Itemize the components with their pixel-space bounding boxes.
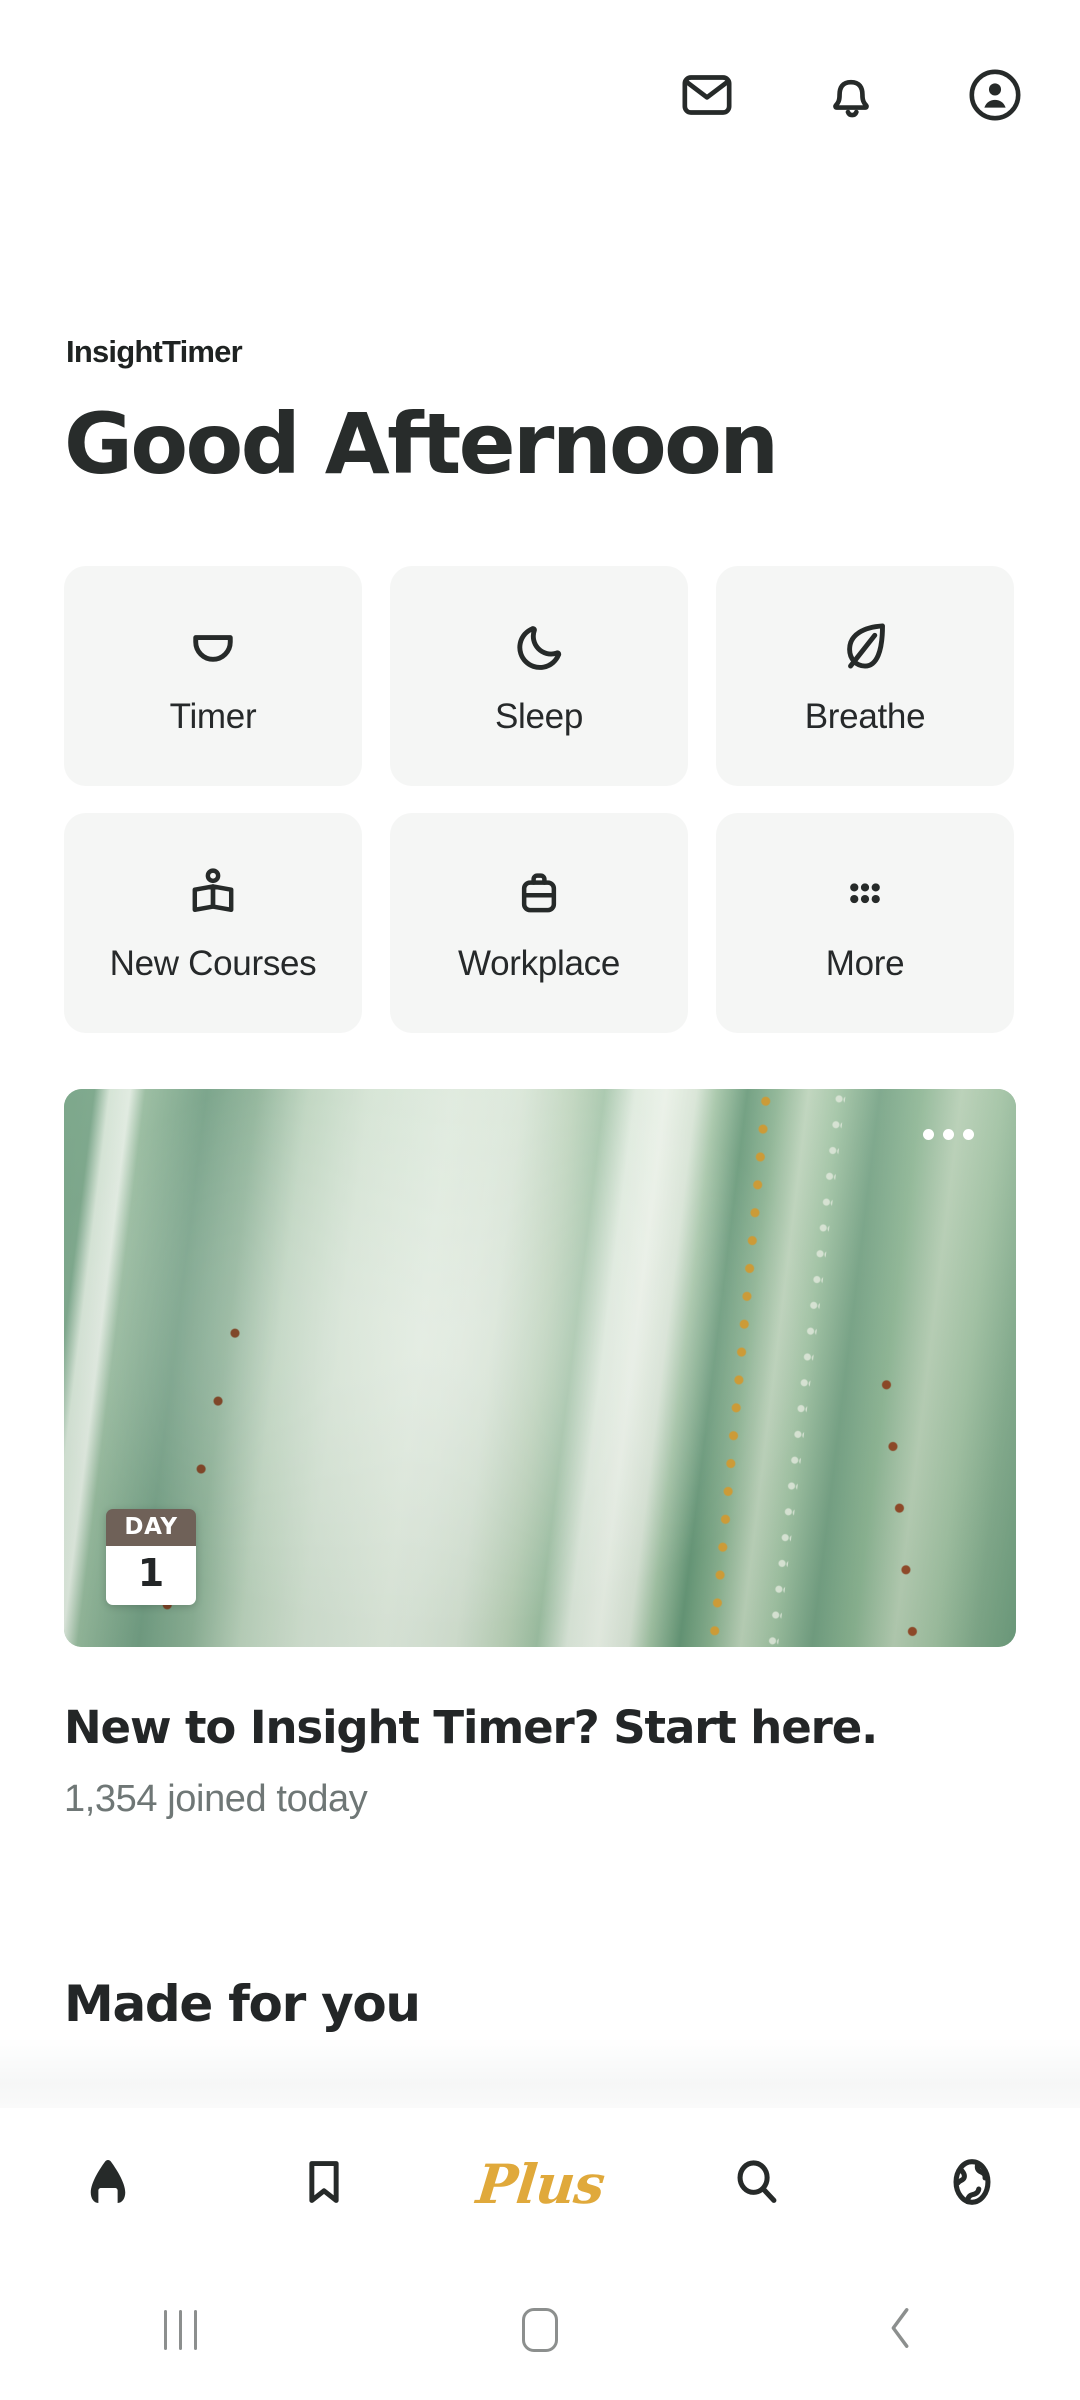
nav-search[interactable]: [648, 2108, 864, 2260]
tile-label: More: [825, 944, 905, 983]
briefcase-icon: [512, 862, 566, 924]
leaf-icon: [837, 615, 893, 677]
home-square-icon: [522, 2308, 558, 2352]
tile-breathe[interactable]: Breathe: [716, 566, 1014, 786]
tile-label: Sleep: [494, 697, 584, 736]
section-title-made-for-you: Made for you: [64, 1975, 421, 2033]
nav-explore[interactable]: [864, 2108, 1080, 2260]
tile-label: New Courses: [109, 944, 317, 983]
tile-workplace[interactable]: Workplace: [390, 813, 688, 1033]
tile-sleep[interactable]: Sleep: [390, 566, 688, 786]
nav-home[interactable]: [0, 2108, 216, 2260]
nav-library[interactable]: [216, 2108, 432, 2260]
bottom-navigation: Plus: [0, 2108, 1080, 2260]
recents-icon: [163, 2310, 197, 2350]
tile-label: Breathe: [804, 697, 926, 736]
tile-new-courses[interactable]: New Courses: [64, 813, 362, 1033]
top-bar: [0, 0, 1080, 190]
brand-wordmark: InsightTimer: [66, 334, 243, 369]
account-circle-icon[interactable]: [966, 66, 1024, 124]
app-screen: InsightTimer Good Afternoon Timer Sleep: [0, 0, 1080, 2400]
search-icon: [727, 2153, 785, 2216]
system-navigation-bar: [0, 2260, 1080, 2400]
system-back-button[interactable]: [720, 2301, 1080, 2360]
singing-bowl-icon: [185, 615, 241, 677]
nav-plus[interactable]: Plus: [432, 2108, 648, 2260]
bookmark-icon: [297, 2155, 351, 2214]
moon-icon: [511, 615, 567, 677]
tile-timer[interactable]: Timer: [64, 566, 362, 786]
system-home-button[interactable]: [360, 2308, 720, 2352]
back-chevron-icon: [877, 2301, 923, 2360]
hero-card[interactable]: DAY 1: [64, 1089, 1016, 1647]
quick-action-grid: Timer Sleep Breathe New Courses Workplac…: [64, 566, 1016, 1033]
page-title: Good Afternoon: [64, 395, 779, 493]
tile-more[interactable]: More: [716, 813, 1014, 1033]
plus-wordmark: Plus: [473, 2152, 607, 2216]
tile-label: Timer: [169, 697, 257, 736]
scroll-fade: [0, 2038, 1080, 2108]
open-book-icon: [185, 862, 241, 924]
bell-icon[interactable]: [822, 66, 880, 124]
day-badge-label: DAY: [106, 1509, 196, 1546]
tile-label: Workplace: [458, 944, 620, 983]
brand-logo: InsightTimer: [66, 334, 243, 369]
day-badge-number: 1: [106, 1546, 196, 1605]
mail-icon[interactable]: [678, 66, 736, 124]
overflow-dots-icon[interactable]: [923, 1129, 974, 1140]
system-recents-button[interactable]: [0, 2310, 360, 2350]
grid-dots-icon: [837, 862, 893, 924]
hero-title[interactable]: New to Insight Timer? Start here.: [64, 1701, 878, 1754]
home-icon: [78, 2152, 138, 2217]
globe-icon: [943, 2153, 1001, 2216]
hero-subtitle: 1,354 joined today: [64, 1778, 368, 1820]
day-badge: DAY 1: [106, 1509, 196, 1605]
photo-overlay: [64, 1089, 1016, 1647]
